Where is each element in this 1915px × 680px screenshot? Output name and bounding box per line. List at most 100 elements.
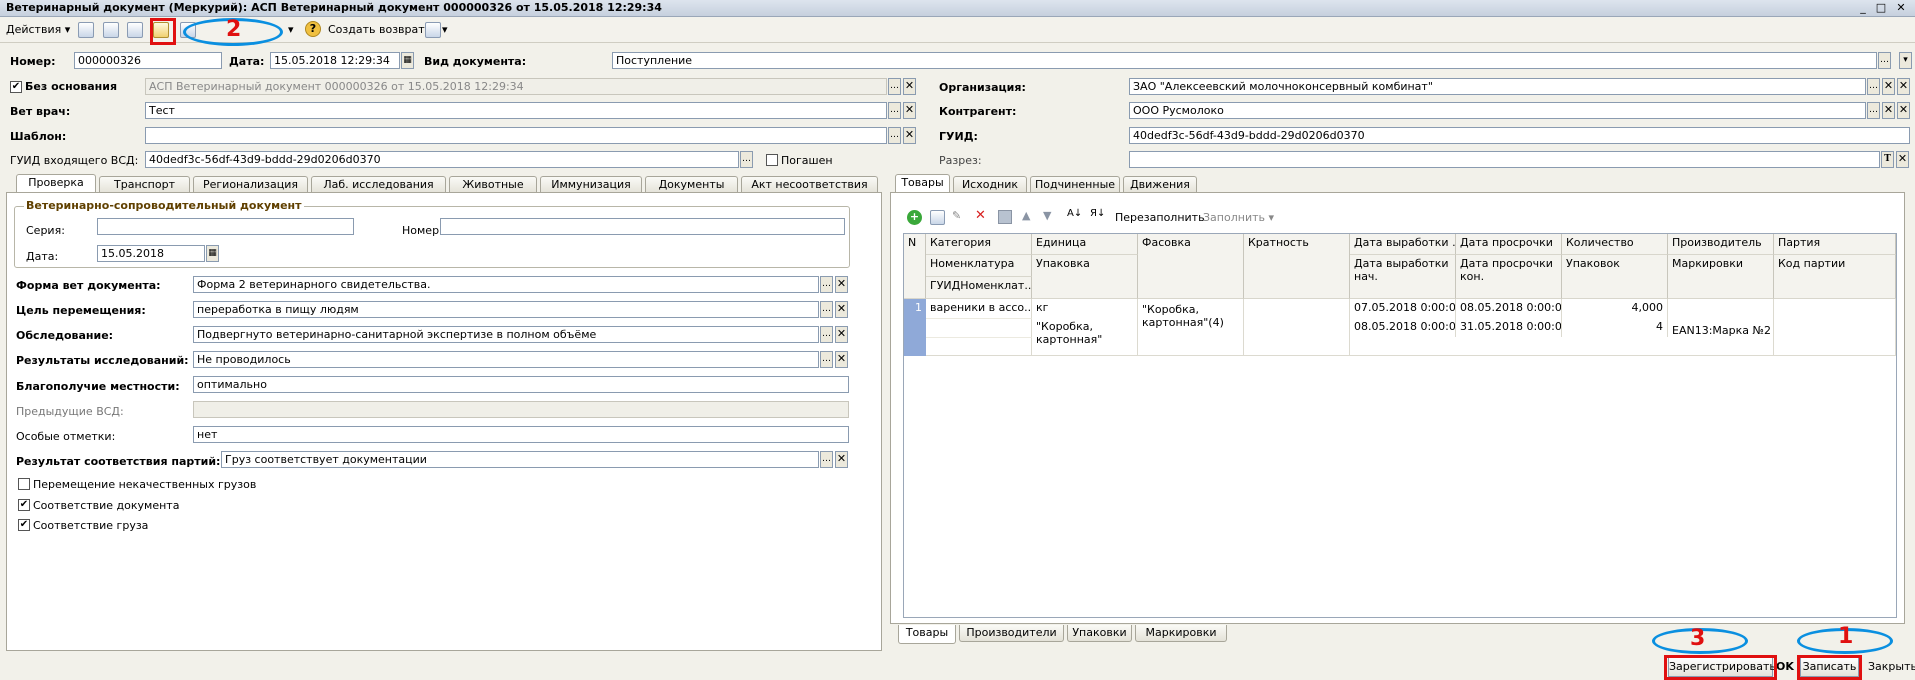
- cell-packages[interactable]: 4: [1562, 318, 1668, 337]
- close-button[interactable]: Закрыть: [1868, 660, 1915, 673]
- col-expiry[interactable]: Дата просрочки: [1456, 234, 1562, 255]
- cell-guid-nomenclature[interactable]: [926, 337, 1032, 356]
- cell-category[interactable]: вареники в ассо...: [926, 299, 1032, 318]
- tab-producers[interactable]: Производители: [959, 625, 1064, 642]
- tab-markings[interactable]: Маркировки: [1135, 625, 1227, 642]
- print-icon[interactable]: [425, 22, 441, 38]
- col-batch[interactable]: Партия: [1774, 234, 1896, 255]
- doc-match-checkbox[interactable]: ✔: [18, 499, 30, 511]
- match-clear-icon[interactable]: ✕: [835, 451, 848, 468]
- contractor-open-icon[interactable]: ✕: [1897, 102, 1910, 119]
- org-clear-icon[interactable]: ✕: [1882, 78, 1895, 95]
- inspection-field[interactable]: Подвергнуто ветеринарно-санитарной экспе…: [193, 326, 819, 343]
- cell-packing[interactable]: "Коробка, картонная"(4): [1138, 299, 1244, 356]
- cell-package[interactable]: "Коробка, картонная": [1032, 318, 1138, 356]
- redeemed-checkbox[interactable]: [766, 154, 778, 166]
- col-n[interactable]: N: [904, 234, 926, 299]
- col-prod-date-start[interactable]: Дата выработки нач.: [1350, 255, 1456, 299]
- col-batch-code[interactable]: Код партии: [1774, 255, 1896, 299]
- tab-lab-research[interactable]: Лаб. исследования: [311, 176, 446, 193]
- chevron-down-icon[interactable]: ▾: [288, 23, 294, 36]
- vsd-date-field[interactable]: 15.05.2018: [97, 245, 205, 262]
- cell-quantity[interactable]: 4,000: [1562, 299, 1668, 318]
- cell-multiplicity[interactable]: [1244, 299, 1350, 356]
- cell-prod-date[interactable]: 07.05.2018 0:00:00: [1350, 299, 1456, 318]
- bad-cargo-checkbox[interactable]: [18, 478, 30, 490]
- purpose-field[interactable]: переработка в пищу людям: [193, 301, 819, 318]
- org-select-icon[interactable]: …: [1867, 78, 1880, 95]
- post-icon[interactable]: [103, 22, 119, 38]
- org-field[interactable]: ЗАО "Алексеевский молочноконсервный комб…: [1129, 78, 1866, 95]
- form-field[interactable]: Форма 2 ветеринарного свидетельства.: [193, 276, 819, 293]
- delete-row-icon[interactable]: ✕: [975, 208, 986, 223]
- tab-immunization[interactable]: Иммунизация: [540, 176, 642, 193]
- cargo-match-checkbox[interactable]: ✔: [18, 519, 30, 531]
- cell-expiry-end[interactable]: 31.05.2018 0:00:00: [1456, 318, 1562, 337]
- refill-button[interactable]: Перезаполнить: [1115, 211, 1205, 224]
- move-up-icon[interactable]: ▲: [1022, 209, 1030, 222]
- notes-field[interactable]: нет: [193, 426, 849, 443]
- col-category[interactable]: Категория: [926, 234, 1032, 255]
- close-window-icon[interactable]: ✕: [1893, 1, 1909, 15]
- tab-animals[interactable]: Животные: [449, 176, 537, 193]
- tab-documents[interactable]: Документы: [645, 176, 738, 193]
- doc-kind-dropdown-icon[interactable]: ▾: [1899, 52, 1912, 69]
- vet-clear-icon[interactable]: ✕: [903, 102, 916, 119]
- end-edit-icon[interactable]: [998, 210, 1012, 224]
- cell-prod-date-start[interactable]: 08.05.2018 0:00:00: [1350, 318, 1456, 337]
- col-multiplicity[interactable]: Кратность: [1244, 234, 1350, 299]
- section-clear-icon[interactable]: ✕: [1896, 151, 1909, 168]
- calendar-icon[interactable]: ▦: [401, 52, 414, 69]
- post-and-close-icon[interactable]: [78, 22, 94, 38]
- tab-subordinate[interactable]: Подчиненные: [1030, 176, 1120, 193]
- tab-nonconformity-act[interactable]: Акт несоответствия: [741, 176, 878, 193]
- contractor-select-icon[interactable]: …: [1867, 102, 1880, 119]
- number-field[interactable]: 000000326: [74, 52, 222, 69]
- col-markings[interactable]: Маркировки: [1668, 255, 1774, 299]
- minimize-icon[interactable]: _: [1855, 1, 1871, 15]
- tab-goods-bottom[interactable]: Товары: [898, 625, 956, 644]
- move-down-icon[interactable]: ▼: [1043, 209, 1051, 222]
- sort-asc-icon[interactable]: A↓: [1067, 208, 1082, 219]
- table-row[interactable]: 1 вареники в ассо... кг "Коробка, картон…: [904, 299, 1896, 356]
- cell-markings[interactable]: EAN13:Марка №2: [1668, 318, 1774, 356]
- doc-kind-field[interactable]: Поступление: [612, 52, 1877, 69]
- create-return-button[interactable]: Создать возврат: [328, 23, 425, 36]
- cell-unit[interactable]: кг: [1032, 299, 1138, 318]
- match-select-icon[interactable]: …: [820, 451, 833, 468]
- ok-button[interactable]: OK: [1776, 660, 1794, 673]
- print-dropdown-icon[interactable]: ▾: [442, 23, 448, 36]
- col-packing[interactable]: Фасовка: [1138, 234, 1244, 299]
- guid-incoming-field[interactable]: 40dedf3c-56df-43d9-bddd-29d0206d0370: [145, 151, 739, 168]
- vsd-calendar-icon[interactable]: ▦: [206, 245, 219, 262]
- tab-transport[interactable]: Транспорт: [99, 176, 190, 193]
- col-packages[interactable]: Упаковок: [1562, 255, 1668, 299]
- form-select-icon[interactable]: …: [820, 276, 833, 293]
- results-field[interactable]: Не проводилось: [193, 351, 819, 368]
- basis-clear-icon[interactable]: ✕: [903, 78, 916, 95]
- purpose-select-icon[interactable]: …: [820, 301, 833, 318]
- actions-menu[interactable]: Действия ▾: [6, 23, 70, 36]
- vsd-number-field[interactable]: [440, 218, 845, 235]
- inspection-clear-icon[interactable]: ✕: [835, 326, 848, 343]
- col-package[interactable]: Упаковка: [1032, 255, 1138, 299]
- no-basis-checkbox[interactable]: ✔: [10, 81, 22, 93]
- tab-goods[interactable]: Товары: [895, 174, 950, 193]
- tab-source[interactable]: Исходник: [953, 176, 1027, 193]
- purpose-clear-icon[interactable]: ✕: [835, 301, 848, 318]
- tab-regionalization[interactable]: Регионализация: [193, 176, 308, 193]
- template-select-icon[interactable]: …: [888, 127, 901, 144]
- template-clear-icon[interactable]: ✕: [903, 127, 916, 144]
- tab-movements[interactable]: Движения: [1123, 176, 1197, 193]
- col-producer[interactable]: Производитель: [1668, 234, 1774, 255]
- date-field[interactable]: 15.05.2018 12:29:34: [270, 52, 400, 69]
- section-field[interactable]: [1129, 151, 1880, 168]
- vet-field[interactable]: Тест: [145, 102, 887, 119]
- contractor-field[interactable]: ООО Русмолоко: [1129, 102, 1866, 119]
- basis-select-icon[interactable]: …: [888, 78, 901, 95]
- template-field[interactable]: [145, 127, 887, 144]
- inspection-select-icon[interactable]: …: [820, 326, 833, 343]
- help-icon[interactable]: ?: [305, 21, 321, 37]
- doc-kind-select-icon[interactable]: …: [1878, 52, 1891, 69]
- cell-batch[interactable]: [1774, 299, 1896, 356]
